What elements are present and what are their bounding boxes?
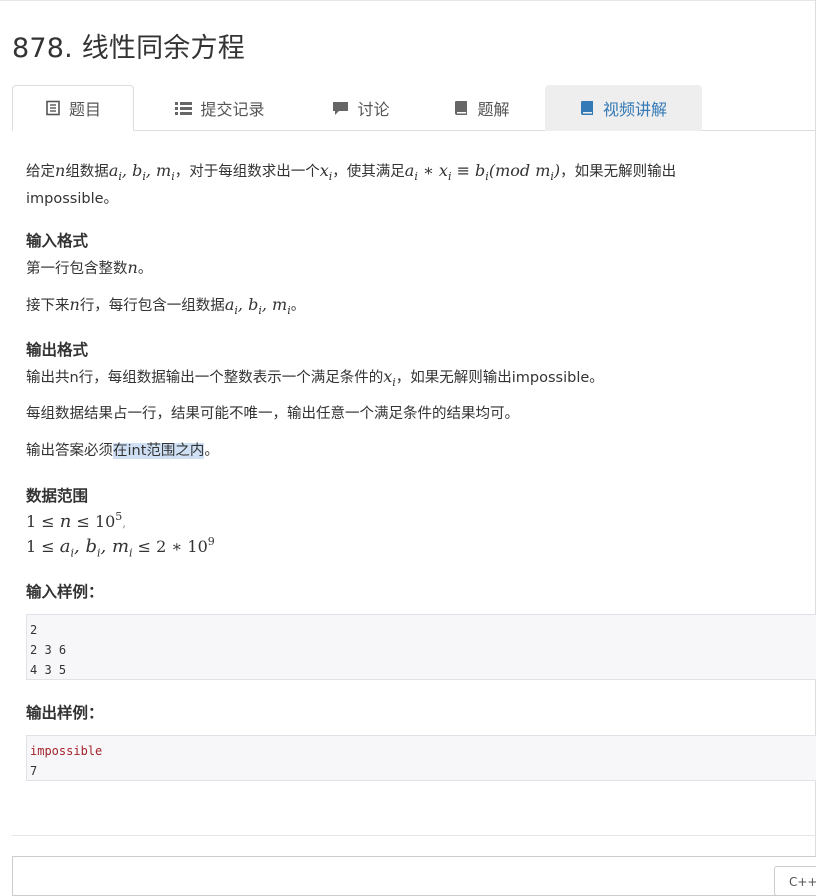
output-format-heading: 输出格式 [26,341,89,359]
problem-statement: 给定n组数据ai, bi, mi，对于每组数求出一个xi，使其满足ai ∗ xi… [26,160,806,210]
range-line2: 1 ≤ ai, bi, mi ≤ 2 ∗ 109 [26,535,215,560]
input-format-line1: 第一行包含整数n。 [26,258,153,277]
input-format-line2: 接下来n行，每行包含一组数据ai, bi, mi。 [26,295,306,318]
formula-abm: ai, bi, mi [108,161,175,184]
tab-submissions[interactable]: 提交记录 [145,85,295,131]
formula-congruence: ai ∗ xi ≡ bi(mod mi) [404,161,561,184]
formula-abm: ai, bi, mi [224,295,291,318]
code-line: impossible [30,744,103,758]
tab-solutions[interactable]: 题解 [432,85,532,131]
formula-n: n [127,258,138,277]
sample-output-heading: 输出样例： [26,704,104,722]
range-heading: 数据范围 [26,487,89,505]
tab-problem-label: 题目 [68,100,101,119]
tab-discussion[interactable]: 讨论 [306,85,416,131]
code-line: 2 [30,623,38,637]
book-icon [580,100,595,116]
output-format-line1: 输出共n行，每组数据输出一个整数表示一个满足条件的xi，如果无解则输出impos… [26,367,604,390]
output-format-line3: 输出答案必须在int范围之内。 [26,443,219,459]
formula-xi: xi [319,161,333,184]
code-line: 4 3 5 [30,663,67,677]
code-line: 2 3 6 [30,643,67,657]
tab-submissions-label: 提交记录 [200,100,265,119]
formula-n: n [69,295,80,314]
page-top-border [0,0,816,1]
statement-paragraph: 给定n组数据ai, bi, mi，对于每组数求出一个xi，使其满足ai ∗ xi… [26,161,677,208]
document-icon [45,100,61,116]
sample-output-code: impossible 7 [26,735,816,781]
sample-input-code: 2 2 3 6 4 3 5 [26,614,816,680]
tab-solutions-label: 题解 [477,100,510,119]
range-line1: 1 ≤ n ≤ 105, [26,510,127,532]
page-title: 878. 线性同余方程 [12,33,245,64]
tab-video[interactable]: 视频讲解 [545,85,702,131]
comment-icon [332,101,349,116]
code-editor-area[interactable] [12,856,816,896]
tab-problem[interactable]: 题目 [12,85,134,131]
code-line: 7 [30,764,38,778]
problem-tabs: 题目 提交记录 讨论 题解 视频讲解 [12,85,816,131]
highlighted-text: 在int范围之内 [113,443,205,459]
sample-input-heading: 输入样例： [26,583,104,601]
book-icon [454,100,469,116]
list-icon [175,101,193,116]
tab-discussion-label: 讨论 [357,100,390,119]
language-select[interactable]: C++ [774,866,816,896]
input-format-heading: 输入格式 [26,232,89,250]
output-format-line2: 每组数据结果占一行，结果可能不唯一，输出任意一个满足条件的结果均可。 [26,406,519,422]
tab-video-label: 视频讲解 [602,100,667,119]
section-divider [12,835,816,836]
formula-xi: xi [383,367,396,390]
